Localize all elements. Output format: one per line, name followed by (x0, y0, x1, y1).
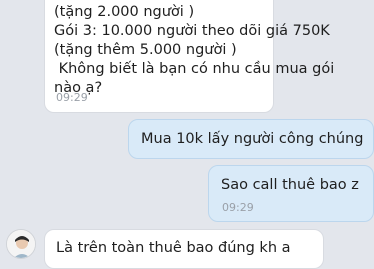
message-line: (tặng 2.000 người ) (54, 4, 195, 20)
avatar-image (7, 230, 35, 258)
message-line: Không biết là bạn có nhu cầu mua gói (54, 61, 335, 77)
avatar-icon[interactable] (6, 229, 36, 259)
message-timestamp: 09:29 (56, 91, 88, 104)
message-text: Sao call thuê bao z (221, 177, 359, 193)
message-text: Là trên toàn thuê bao đúng kh a (56, 240, 291, 256)
incoming-message-bubble[interactable]: (tặng 2.000 người ) Gói 3: 10.000 người … (44, 0, 335, 113)
outgoing-message-bubble[interactable]: Mua 10k lấy người công chúng (128, 119, 374, 159)
message-line: Gói 3: 10.000 người theo dõi giá 750K (54, 23, 330, 39)
message-timestamp: 09:29 (222, 201, 254, 214)
incoming-message-bubble[interactable]: Là trên toàn thuê bao đúng kh a (44, 229, 324, 269)
outgoing-message-bubble[interactable]: Sao call thuê bao z 09:29 (208, 165, 374, 222)
chat-conversation[interactable]: (tặng 2.000 người ) Gói 3: 10.000 người … (0, 0, 374, 269)
message-text: Mua 10k lấy người công chúng (141, 131, 364, 147)
message-line: (tặng thêm 5.000 người ) (54, 42, 237, 58)
